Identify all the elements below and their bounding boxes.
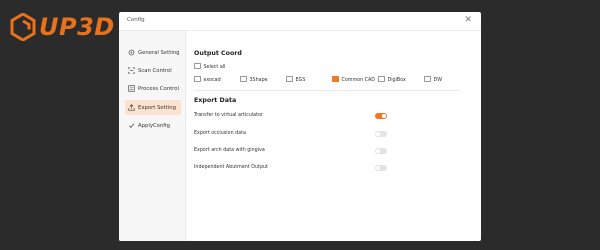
sidebar-item-label: ApplyConfig [138, 122, 170, 129]
checkbox-box [240, 75, 247, 82]
independent-abutment-label: Independent Abutment Output [194, 165, 268, 170]
checkbox-box [286, 75, 293, 82]
checkbox-box [332, 75, 339, 82]
sidebar-item-label: General Setting [138, 49, 180, 56]
checkbox-common-cad[interactable]: Common CAD [332, 75, 375, 83]
dialog-titlebar: Config ✕ [119, 12, 481, 31]
export-arch-gingiva-toggle[interactable] [375, 148, 387, 154]
output-coord-title: Output Coord [194, 50, 242, 57]
checkbox-box [378, 75, 385, 82]
checkbox-label: DW [433, 77, 442, 83]
checkbox-label: 3Shape [249, 77, 268, 83]
checkbox-label: DigiBox [387, 77, 406, 83]
close-icon[interactable]: ✕ [464, 15, 472, 25]
up3d-logo: UP3D [10, 12, 115, 42]
export-icon [128, 104, 135, 111]
config-dialog: Config ✕ General Setting Scan Control Pr… [119, 12, 481, 241]
checkbox-egs[interactable]: EGS [286, 75, 306, 83]
export-arch-gingiva-label: Export arch data with gingiva [194, 148, 265, 153]
export-occlusion-label: Export occlusion data [194, 131, 246, 136]
select-all-checkbox[interactable]: Select all [194, 62, 226, 70]
scan-icon [128, 67, 135, 74]
logo-text: UP3D [39, 13, 115, 41]
gear-icon [128, 49, 135, 56]
process-icon [128, 85, 135, 92]
up3d-logo-icon [10, 13, 36, 41]
apply-config-icon [128, 122, 135, 129]
sidebar-item-scan-control[interactable]: Scan Control [125, 63, 181, 78]
independent-abutment-toggle[interactable] [375, 165, 387, 171]
export-data-title: Export Data [194, 97, 237, 104]
checkbox-digibox[interactable]: DigiBox [378, 75, 406, 83]
toggle-knob [375, 148, 381, 154]
transfer-articulator-toggle[interactable] [375, 113, 387, 119]
toggle-knob [375, 131, 381, 137]
checkbox-label: Common CAD [341, 77, 375, 83]
sidebar-item-label: Process Control [138, 85, 179, 92]
dialog-title: Config [127, 17, 145, 23]
toggle-knob [375, 165, 381, 171]
checkbox-box [424, 75, 431, 82]
checkbox-label: Select all [203, 64, 226, 70]
checkbox-box [194, 62, 201, 69]
settings-panel: Output Coord Select all exocad 3Shape EG… [194, 31, 481, 241]
section-divider [194, 90, 461, 91]
sidebar-item-process-control[interactable]: Process Control [125, 81, 181, 96]
toggle-knob [381, 113, 387, 119]
sidebar-item-label: Scan Control [138, 67, 172, 74]
checkbox-3shape[interactable]: 3Shape [240, 75, 268, 83]
checkbox-dw[interactable]: DW [424, 75, 442, 83]
checkbox-label: exocad [203, 77, 221, 83]
sidebar-item-apply-config[interactable]: ApplyConfig [125, 118, 181, 133]
sidebar-item-general-setting[interactable]: General Setting [125, 45, 181, 60]
transfer-articulator-label: Transfer to virtual articulator [194, 113, 263, 118]
checkbox-box [194, 75, 201, 82]
checkbox-label: EGS [295, 77, 306, 83]
sidebar-item-label: Export Setting [138, 104, 176, 111]
sidebar: General Setting Scan Control Process Con… [119, 31, 186, 241]
checkbox-exocad[interactable]: exocad [194, 75, 221, 83]
sidebar-item-export-setting[interactable]: Export Setting [125, 100, 181, 115]
export-occlusion-toggle[interactable] [375, 131, 387, 137]
